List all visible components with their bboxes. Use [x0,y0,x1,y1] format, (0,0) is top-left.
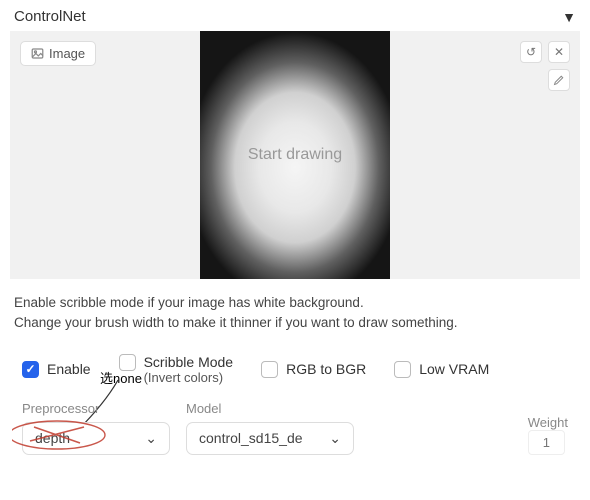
rgb-checkbox[interactable] [261,361,278,378]
scribble-checkbox[interactable] [119,354,136,371]
lowvram-label: Low VRAM [419,361,489,377]
collapse-icon[interactable]: ▼ [562,9,576,25]
weight-label: Weight [528,415,568,430]
enable-label: Enable [47,361,91,377]
panel-title: ControlNet [14,8,86,25]
edit-button[interactable] [548,69,570,91]
model-label: Model [186,401,354,416]
close-button[interactable]: ✕ [548,41,570,63]
model-select[interactable]: control_sd15_de ⌄ [186,422,354,455]
scribble-sublabel: (Invert colors) [144,370,234,385]
weight-input[interactable]: 1 [528,430,565,455]
help-line-1: Enable scribble mode if your image has w… [14,293,576,313]
preprocessor-label: Preprocessor [22,401,170,416]
image-upload-button[interactable]: Image [20,41,96,66]
preprocessor-select[interactable]: depth ⌄ [22,422,170,455]
image-button-label: Image [49,46,85,61]
chevron-down-icon: ⌄ [145,430,157,447]
model-value: control_sd15_de [199,430,303,446]
pencil-icon [553,74,565,86]
lowvram-checkbox[interactable] [394,361,411,378]
chevron-down-icon: ⌄ [329,430,341,447]
undo-button[interactable]: ↺ [520,41,542,63]
preprocessor-value: depth [35,430,70,446]
scribble-label: Scribble Mode [144,354,234,370]
rgb-label: RGB to BGR [286,361,366,377]
canvas-placeholder: Start drawing [248,146,342,164]
help-line-2: Change your brush width to make it thinn… [14,313,576,333]
enable-checkbox[interactable] [22,361,39,378]
canvas-area[interactable]: Image Start drawing ↺ ✕ [10,31,580,279]
image-icon [31,47,44,60]
